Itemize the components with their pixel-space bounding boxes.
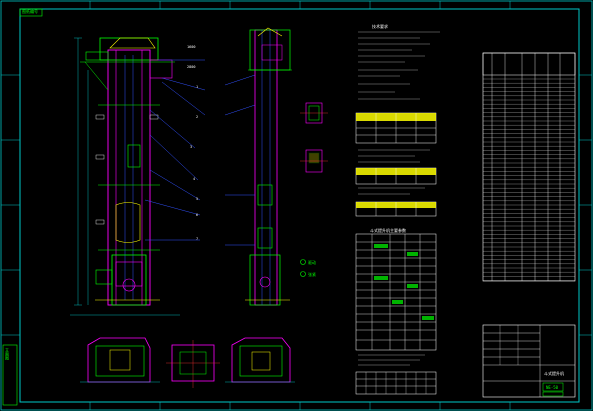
inner-border: [19, 8, 580, 403]
spec-table-1: [355, 112, 437, 144]
svg-text:1: 1: [196, 85, 198, 89]
title-block-name: 斗式提升机: [544, 371, 564, 376]
legend-tension-label: 张紧: [308, 272, 316, 277]
parts-list-table: [482, 52, 576, 282]
svg-text:2: 2: [196, 115, 198, 119]
svg-text:6: 6: [196, 213, 198, 217]
side-stamp-label: 立面图: [5, 348, 10, 360]
legend-symbols: [300, 259, 306, 277]
svg-text:3: 3: [190, 145, 192, 149]
bottom-notes: [358, 354, 425, 366]
spec-table-2: [355, 167, 437, 185]
top-grid-ticks: [1, 1, 592, 410]
spec-table-3: [355, 201, 437, 217]
title-tab-label: 图纸编号: [22, 9, 38, 14]
outer-border: [0, 0, 593, 411]
legend-drive-label: 驱动: [308, 260, 316, 265]
title-block: [482, 324, 576, 398]
title-block-code: NE-50: [546, 385, 559, 390]
svg-text:7: 7: [196, 237, 198, 241]
svg-text:4: 4: [193, 177, 195, 181]
notes-block-3: [358, 187, 425, 195]
svg-text:1600: 1600: [187, 45, 195, 49]
front-elevation-view: [70, 37, 180, 316]
notes-block: [358, 31, 440, 100]
parameter-table: [355, 233, 437, 351]
callout-labels: 1600 2800 1 2 3 4 5 6 7: [187, 45, 198, 241]
bottom-section-views: [80, 337, 295, 388]
svg-text:2800: 2800: [187, 65, 195, 69]
svg-text:5: 5: [196, 197, 198, 201]
cad-drawing-canvas[interactable]: 1600 2800 1 2 3 4 5 6 7: [0, 0, 593, 411]
parameter-table-title: 斗式提升机主要参数: [370, 228, 406, 233]
detail-views-mid: [300, 102, 328, 173]
bottom-small-table: [355, 371, 437, 395]
side-elevation-view: [225, 27, 292, 306]
callout-leaders: [144, 59, 256, 241]
parts-list-rows: [483, 78, 575, 281]
notes-heading: 技术要求: [372, 24, 388, 29]
notes-block-2: [358, 149, 430, 163]
